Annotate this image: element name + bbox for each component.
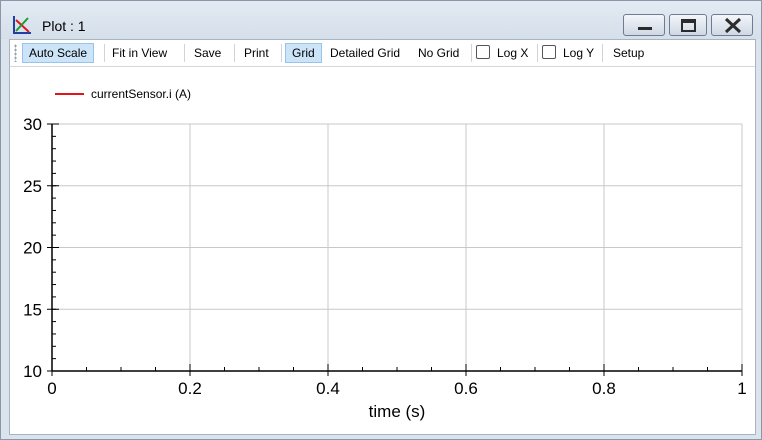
plot-client-area: Auto Scale Fit in View Save Print Grid D… [9,39,756,435]
legend-label-current-sensor: currentSensor.i (A) [91,87,191,101]
toolbar-separator [234,44,235,62]
legend: currentSensor.i (A) [55,87,191,101]
y-tick-label: 15 [23,300,42,319]
log-y-label[interactable]: Log Y [557,43,600,63]
x-tick-label: 1 [737,379,746,398]
plot-window: Plot : 1 Auto Scale Fit in View Save Pri… [0,0,762,440]
maximize-button[interactable] [669,14,707,36]
maximize-icon [681,19,696,32]
y-axis-ticks: 10 15 20 25 30 [23,115,59,381]
grid-lines [52,123,743,371]
plot-toolbar: Auto Scale Fit in View Save Print Grid D… [10,40,755,67]
toolbar-separator [537,44,538,62]
auto-scale-button[interactable]: Auto Scale [22,43,95,63]
minimize-icon [638,27,652,30]
plot-axes-icon [13,16,31,34]
detailed-grid-button[interactable]: Detailed Grid [324,43,406,63]
y-tick-label: 20 [23,239,42,258]
toolbar-separator [281,44,282,62]
save-button[interactable]: Save [188,43,227,63]
toolbar-separator [184,44,185,62]
y-tick-label: 25 [23,177,42,196]
log-x-label[interactable]: Log X [491,43,534,63]
minimize-button[interactable] [623,14,665,36]
grid-button[interactable]: Grid [285,43,322,63]
x-tick-label: 0.4 [316,379,340,398]
toolbar-separator [104,44,105,62]
window-title: Plot : 1 [42,18,86,34]
y-tick-label: 30 [23,115,42,134]
plot-canvas[interactable]: currentSensor.i (A) 10 15 20 25 30 0 0.2 0.4 0.… [10,67,755,433]
x-tick-label: 0 [47,379,56,398]
close-button[interactable] [711,14,753,36]
setup-button[interactable]: Setup [607,43,650,63]
x-tick-label: 0.8 [592,379,616,398]
x-axis-label: time (s) [369,402,426,421]
log-x-checkbox[interactable] [476,45,490,59]
toolbar-separator [602,44,603,62]
fit-in-view-button[interactable]: Fit in View [106,43,173,63]
close-icon [724,17,742,34]
log-y-checkbox[interactable] [542,45,556,59]
print-button[interactable]: Print [238,43,275,63]
toolbar-separator [471,44,472,62]
y-tick-label: 10 [23,362,42,381]
no-grid-button[interactable]: No Grid [412,43,465,63]
toolbar-grip[interactable] [14,44,17,62]
title-bar[interactable]: Plot : 1 [1,1,761,39]
x-tick-label: 0.6 [454,379,478,398]
x-tick-label: 0.2 [178,379,202,398]
